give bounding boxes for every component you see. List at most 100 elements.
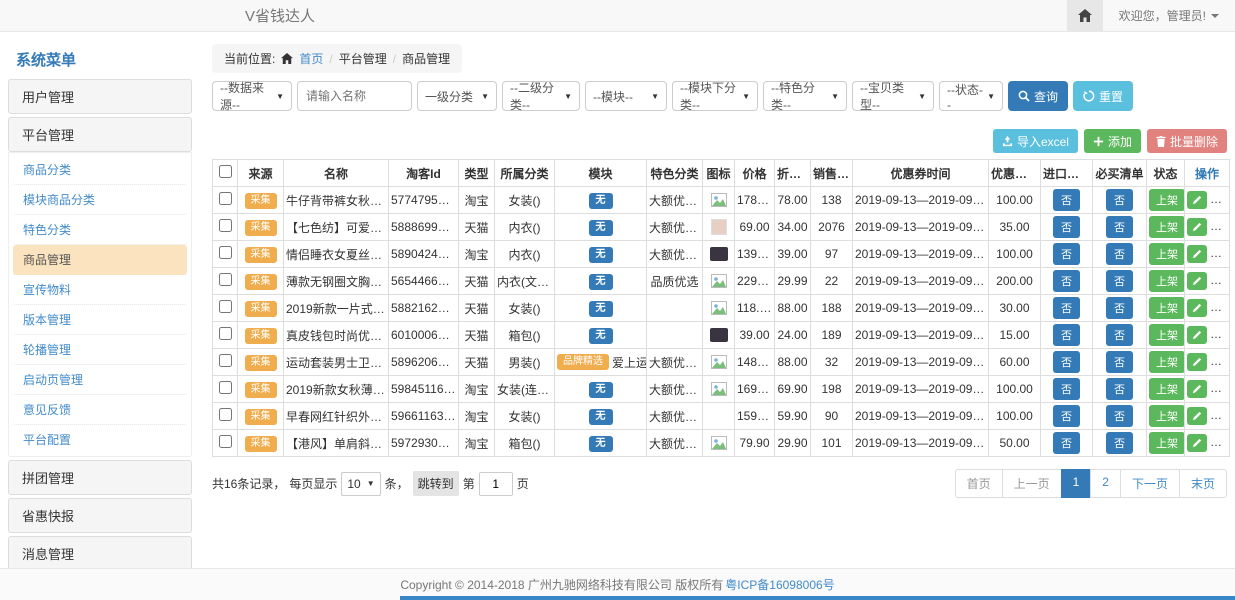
row-checkbox[interactable]: [219, 435, 232, 448]
edit-button[interactable]: [1187, 434, 1207, 452]
sidebar-item-平台配置[interactable]: 平台配置: [13, 425, 187, 454]
sidebar-group-用户管理[interactable]: 用户管理: [8, 79, 192, 114]
chevron-down-icon: ▼: [276, 92, 284, 101]
must-buy-toggle[interactable]: 否: [1106, 189, 1133, 211]
status-button[interactable]: 上架: [1149, 432, 1185, 454]
row-checkbox[interactable]: [219, 273, 232, 286]
must-buy-toggle[interactable]: 否: [1106, 270, 1133, 292]
status-button[interactable]: 上架: [1149, 378, 1185, 400]
filter-select-0[interactable]: --数据来源--▼: [212, 81, 292, 111]
sidebar-item-轮播管理[interactable]: 轮播管理: [13, 335, 187, 365]
must-buy-toggle[interactable]: 否: [1106, 297, 1133, 319]
jump-page-input[interactable]: [479, 472, 513, 496]
sidebar-group-平台管理[interactable]: 平台管理: [8, 117, 192, 152]
query-button[interactable]: 查询: [1008, 81, 1068, 111]
import-select-toggle[interactable]: 否: [1053, 270, 1080, 292]
edit-button[interactable]: [1187, 353, 1207, 371]
import-select-toggle[interactable]: 否: [1053, 189, 1080, 211]
row-checkbox[interactable]: [219, 192, 232, 205]
edit-button[interactable]: [1187, 218, 1207, 236]
sidebar-title: 系统菜单: [8, 44, 192, 79]
import-excel-button[interactable]: 导入excel: [993, 129, 1078, 153]
coupon-amount: 30.00: [989, 295, 1041, 322]
row-checkbox[interactable]: [219, 354, 232, 367]
sidebar-group-消息管理[interactable]: 消息管理: [8, 536, 192, 568]
import-select-toggle[interactable]: 否: [1053, 324, 1080, 346]
pager-1[interactable]: 1: [1061, 469, 1092, 498]
per-page-select[interactable]: 10 ▼: [341, 472, 380, 496]
sidebar-item-商品分类[interactable]: 商品分类: [13, 155, 187, 185]
sidebar-item-模块商品分类[interactable]: 模块商品分类: [13, 185, 187, 215]
row-checkbox[interactable]: [219, 381, 232, 394]
filter-select-1[interactable]: 一级分类▼: [417, 81, 497, 111]
must-buy-toggle[interactable]: 否: [1106, 243, 1133, 265]
breadcrumb-home-link[interactable]: 首页: [299, 50, 323, 67]
select-all-checkbox[interactable]: [219, 165, 232, 178]
status-button[interactable]: 上架: [1149, 405, 1185, 427]
edit-button[interactable]: [1187, 299, 1207, 317]
import-excel-label: 导入excel: [1017, 133, 1069, 150]
status-button[interactable]: 上架: [1149, 216, 1185, 238]
edit-button[interactable]: [1187, 326, 1207, 344]
import-select-toggle[interactable]: 否: [1053, 432, 1080, 454]
must-buy-toggle[interactable]: 否: [1106, 405, 1133, 427]
must-buy-toggle[interactable]: 否: [1106, 216, 1133, 238]
edit-button[interactable]: [1187, 272, 1207, 290]
import-select-toggle[interactable]: 否: [1053, 216, 1080, 238]
import-select-toggle[interactable]: 否: [1053, 378, 1080, 400]
edit-button[interactable]: [1187, 245, 1207, 263]
row-checkbox[interactable]: [219, 327, 232, 340]
status-button[interactable]: 上架: [1149, 297, 1185, 319]
sidebar-item-版本管理[interactable]: 版本管理: [13, 305, 187, 335]
name-search-input[interactable]: [297, 81, 412, 111]
batch-delete-button[interactable]: 批量删除: [1147, 129, 1227, 153]
icp-link[interactable]: 粤ICP备16098006号: [725, 576, 834, 593]
reset-button[interactable]: 重置: [1073, 81, 1133, 111]
import-select-toggle[interactable]: 否: [1053, 243, 1080, 265]
coupon-time: 2019-09-13—2019-09-17: [853, 187, 989, 214]
row-checkbox[interactable]: [219, 408, 232, 421]
sidebar-item-特色分类[interactable]: 特色分类: [13, 215, 187, 245]
sidebar-group-拼团管理[interactable]: 拼团管理: [8, 460, 192, 495]
filter-select-5[interactable]: --特色分类--▼: [763, 81, 847, 111]
must-buy-toggle[interactable]: 否: [1106, 324, 1133, 346]
edit-button[interactable]: [1187, 191, 1207, 209]
filter-select-6[interactable]: --宝贝类型--▼: [852, 81, 934, 111]
sidebar-group-省惠快报[interactable]: 省惠快报: [8, 498, 192, 533]
must-buy-toggle[interactable]: 否: [1106, 351, 1133, 373]
user-menu[interactable]: 欢迎您，管理员!: [1103, 7, 1235, 24]
status-button[interactable]: 上架: [1149, 189, 1185, 211]
status-button[interactable]: 上架: [1149, 324, 1185, 346]
status-button[interactable]: 上架: [1149, 243, 1185, 265]
sidebar-item-意见反馈[interactable]: 意见反馈: [13, 395, 187, 425]
row-checkbox[interactable]: [219, 300, 232, 313]
filter-select-2[interactable]: --二级分类--▼: [502, 81, 580, 111]
row-checkbox[interactable]: [219, 219, 232, 232]
must-buy-toggle[interactable]: 否: [1106, 378, 1133, 400]
filter-select-7[interactable]: --状态--▼: [939, 81, 1003, 111]
sidebar-item-启动页管理[interactable]: 启动页管理: [13, 365, 187, 395]
icon-cell: [703, 187, 735, 214]
pager-末页[interactable]: 末页: [1179, 469, 1227, 498]
home-button[interactable]: [1067, 0, 1103, 31]
import-select-toggle[interactable]: 否: [1053, 405, 1080, 427]
row-checkbox[interactable]: [219, 246, 232, 259]
import-select-toggle[interactable]: 否: [1053, 297, 1080, 319]
edit-icon: [1192, 276, 1202, 286]
filter-select-3[interactable]: --模块--▼: [585, 81, 667, 111]
must-buy-toggle[interactable]: 否: [1106, 432, 1133, 454]
sidebar-item-商品管理[interactable]: 商品管理: [13, 245, 187, 275]
pager-首页[interactable]: 首页: [955, 469, 1003, 498]
edit-button[interactable]: [1187, 380, 1207, 398]
edit-button[interactable]: [1187, 407, 1207, 425]
status-button[interactable]: 上架: [1149, 270, 1185, 292]
pager-下一页[interactable]: 下一页: [1120, 469, 1180, 498]
filter-select-4[interactable]: --模块下分类--▼: [672, 81, 758, 111]
taoke-id: 565446685867: [389, 268, 459, 295]
import-select-toggle[interactable]: 否: [1053, 351, 1080, 373]
status-button[interactable]: 上架: [1149, 351, 1185, 373]
pager-2[interactable]: 2: [1090, 469, 1121, 498]
pager-上一页[interactable]: 上一页: [1002, 469, 1062, 498]
add-button[interactable]: 添加: [1084, 129, 1141, 153]
sidebar-item-宣传物料[interactable]: 宣传物料: [13, 275, 187, 305]
